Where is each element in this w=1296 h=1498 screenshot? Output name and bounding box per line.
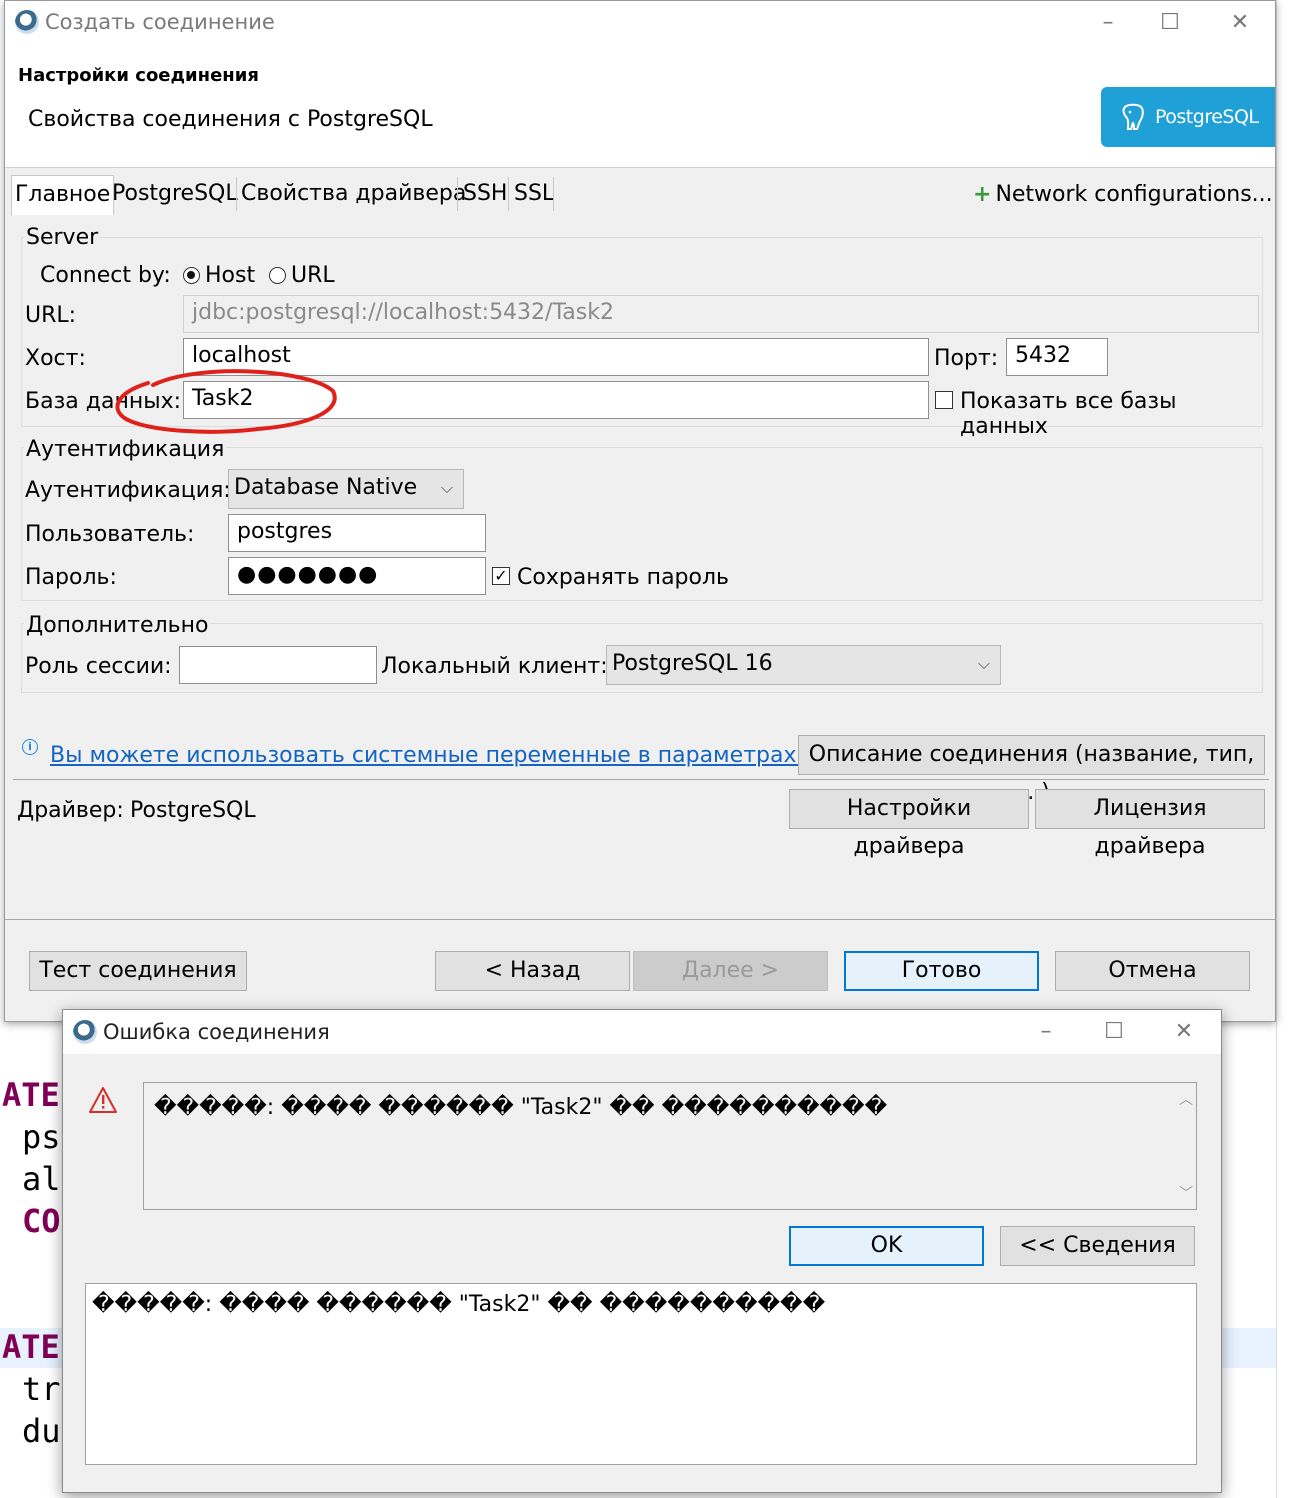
tab-ssl[interactable]: SSL bbox=[511, 175, 557, 213]
url-field[interactable]: jdbc:postgresql://localhost:5432/Task2 bbox=[183, 295, 1259, 333]
minimize-icon[interactable]: – bbox=[1023, 1015, 1069, 1049]
extra-group-label: Дополнительно bbox=[24, 613, 211, 638]
info-icon: i bbox=[22, 739, 38, 755]
connect-by-host-label[interactable]: Host bbox=[205, 263, 255, 288]
port-field[interactable]: 5432 bbox=[1006, 338, 1108, 376]
tab-separator bbox=[457, 177, 458, 211]
error-dialog-title: Ошибка соединения bbox=[103, 1020, 330, 1044]
connect-by-url-radio[interactable] bbox=[269, 267, 286, 284]
driver-license-button[interactable]: Лицензия драйвера bbox=[1035, 789, 1265, 859]
dbeaver-app-icon bbox=[73, 1020, 97, 1044]
code-line: CO bbox=[22, 1202, 61, 1240]
network-configurations-label: Network configurations... bbox=[995, 182, 1273, 207]
user-field[interactable]: postgres bbox=[228, 514, 486, 552]
back-button[interactable]: < Назад bbox=[435, 951, 630, 991]
code-line: ps bbox=[22, 1118, 61, 1156]
session-role-label: Роль сессии: bbox=[25, 654, 172, 679]
auth-method-label: Аутентификация: bbox=[25, 478, 231, 503]
error-message-text: �����: ���� ������ "Task2" �� ���������� bbox=[154, 1095, 888, 1120]
chevron-down-icon: ⌵ bbox=[977, 654, 990, 673]
error-message-box: �����: ���� ������ "Task2" �� ����������… bbox=[143, 1082, 1197, 1210]
minimize-icon[interactable]: – bbox=[1085, 6, 1131, 40]
url-label: URL: bbox=[25, 303, 77, 328]
editor-right-strip bbox=[1276, 0, 1296, 1498]
connection-error-dialog: Ошибка соединения – ☐ ✕ �����: ���� ����… bbox=[62, 1009, 1222, 1493]
close-icon[interactable]: ✕ bbox=[1217, 6, 1263, 40]
wizard-page-title: Настройки соединения bbox=[18, 65, 259, 86]
postgresql-logo: PostgreSQL bbox=[1101, 87, 1275, 147]
code-line: al bbox=[22, 1160, 61, 1198]
connection-description-button[interactable]: Описание соединения (название, тип, ... … bbox=[798, 735, 1265, 805]
next-button[interactable]: Далее > bbox=[633, 951, 828, 991]
finish-button[interactable]: Готово bbox=[844, 951, 1039, 991]
code-line: ATE bbox=[2, 1328, 60, 1366]
tab-main[interactable]: Главное bbox=[11, 175, 115, 216]
scroll-up-icon[interactable]: ︿ bbox=[1176, 1089, 1196, 1109]
save-password-checkbox[interactable]: ✓ bbox=[492, 567, 510, 585]
driver-value: PostgreSQL bbox=[130, 798, 256, 823]
tab-driver-properties[interactable]: Свойства драйвера bbox=[238, 175, 469, 213]
connect-by-label: Connect by: bbox=[40, 263, 171, 288]
wizard-header: Настройки соединения Свойства соединения… bbox=[5, 45, 1275, 168]
code-line: tr bbox=[22, 1370, 61, 1408]
driver-settings-button[interactable]: Настройки драйвера bbox=[789, 789, 1029, 859]
show-all-databases-label[interactable]: Показать все базы данных bbox=[960, 389, 1269, 439]
create-connection-dialog: Создать соединение – ☐ ✕ Настройки соеди… bbox=[4, 0, 1276, 1022]
dbeaver-app-icon bbox=[15, 10, 39, 34]
host-label: Хост: bbox=[25, 346, 86, 371]
cancel-button[interactable]: Отмена bbox=[1055, 951, 1250, 991]
password-field[interactable]: ●●●●●●● bbox=[228, 557, 486, 595]
divider bbox=[5, 919, 1275, 920]
tab-ssh[interactable]: SSH bbox=[460, 175, 510, 213]
local-client-select[interactable]: PostgreSQL 16 ⌵ bbox=[606, 645, 1001, 685]
code-line: du bbox=[22, 1412, 61, 1450]
scroll-down-icon[interactable]: ﹀ bbox=[1176, 1183, 1196, 1203]
error-details-text: �����: ���� ������ "Task2" �� ���������� bbox=[92, 1292, 826, 1317]
details-button[interactable]: << Сведения bbox=[1000, 1226, 1195, 1266]
dialog-titlebar: Создать соединение – ☐ ✕ bbox=[5, 1, 1275, 45]
tab-content-main: Server Connect by: Host URL URL: jdbc:po… bbox=[13, 215, 1269, 915]
driver-label: Драйвер: bbox=[17, 798, 124, 823]
save-password-label[interactable]: Сохранять пароль bbox=[517, 565, 729, 590]
server-group-label: Server bbox=[24, 225, 101, 250]
system-variables-link[interactable]: Вы можете использовать системные перемен… bbox=[50, 743, 803, 768]
error-message-scrollbar[interactable]: ︿ ﹀ bbox=[1176, 1083, 1196, 1209]
password-label: Пароль: bbox=[25, 565, 117, 590]
tab-separator bbox=[508, 177, 509, 211]
plus-icon: + bbox=[973, 182, 992, 207]
connect-by-host-radio[interactable] bbox=[183, 267, 200, 284]
local-client-label: Локальный клиент: bbox=[381, 654, 608, 679]
wizard-page-subtitle: Свойства соединения с PostgreSQL bbox=[28, 107, 433, 132]
close-icon[interactable]: ✕ bbox=[1161, 1015, 1207, 1049]
tab-postgresql[interactable]: PostgreSQL bbox=[109, 175, 241, 213]
code-line: ATE bbox=[2, 1076, 60, 1114]
ok-button[interactable]: OK bbox=[789, 1226, 984, 1266]
auth-method-select[interactable]: Database Native ⌵ bbox=[228, 469, 464, 509]
red-annotation-circle bbox=[115, 369, 337, 434]
postgresql-logo-text: PostgreSQL bbox=[1155, 106, 1259, 128]
show-all-databases-checkbox[interactable] bbox=[935, 391, 953, 409]
user-label: Пользователь: bbox=[25, 522, 195, 547]
test-connection-button[interactable]: Тест соединения ... bbox=[29, 951, 247, 1021]
port-label: Порт: bbox=[934, 346, 999, 371]
dialog-title: Создать соединение bbox=[45, 10, 275, 34]
tab-separator bbox=[236, 177, 237, 211]
divider bbox=[13, 779, 1269, 780]
auth-method-value: Database Native bbox=[234, 475, 418, 500]
warning-icon bbox=[89, 1087, 117, 1113]
error-details-box[interactable]: �����: ���� ������ "Task2" �� ���������� bbox=[85, 1283, 1197, 1465]
network-configurations-link[interactable]: + Network configurations... bbox=[973, 177, 1273, 213]
maximize-icon[interactable]: ☐ bbox=[1091, 1015, 1137, 1049]
maximize-icon[interactable]: ☐ bbox=[1147, 6, 1193, 40]
postgresql-elephant-icon bbox=[1122, 103, 1144, 130]
tab-separator bbox=[553, 177, 554, 211]
session-role-field[interactable] bbox=[179, 646, 377, 684]
chevron-down-icon: ⌵ bbox=[440, 478, 453, 497]
local-client-value: PostgreSQL 16 bbox=[612, 651, 773, 676]
error-dialog-titlebar: Ошибка соединения – ☐ ✕ bbox=[63, 1010, 1221, 1054]
connect-by-url-label[interactable]: URL bbox=[291, 263, 335, 288]
